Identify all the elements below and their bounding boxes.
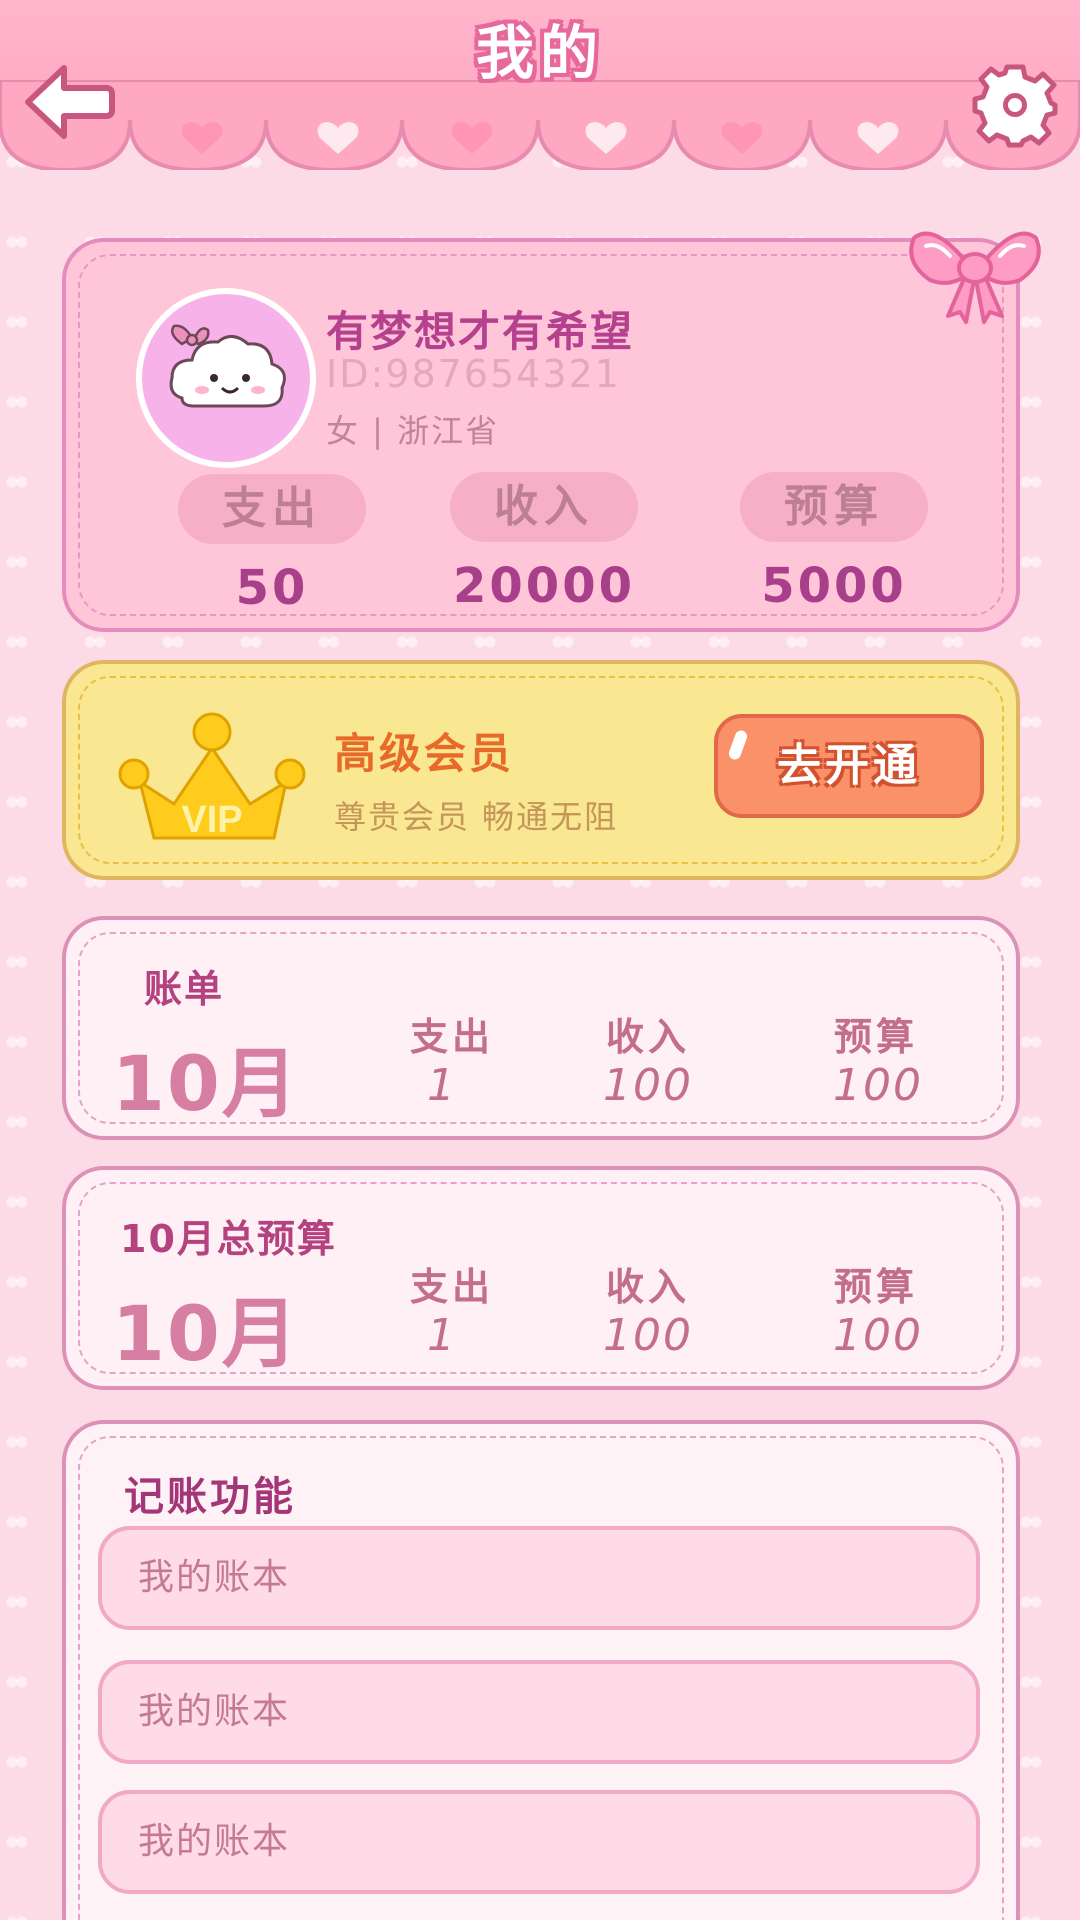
bill-budget-value: 100	[833, 1060, 923, 1111]
vip-subtitle: 尊贵会员 畅通无阻	[334, 798, 619, 836]
budget-income-value: 100	[603, 1310, 693, 1361]
back-button[interactable]	[20, 60, 116, 144]
features-title: 记账功能	[124, 1474, 296, 1520]
bill-month: 10月	[112, 1039, 300, 1128]
budget-card[interactable]: 10月总预算 10月 支出 收入 预算 1 100 100	[62, 1166, 1020, 1390]
stat-value-budget: 5000	[761, 558, 907, 614]
stat-label-expense: 支出	[178, 474, 366, 544]
back-arrow-icon	[25, 65, 115, 139]
budget-income-header: 收入	[605, 1265, 690, 1309]
stat-value-income: 20000	[453, 558, 635, 614]
settings-button[interactable]	[972, 62, 1058, 148]
ribbon-bow-icon	[909, 231, 1041, 324]
bill-income-header: 收入	[605, 1015, 690, 1059]
vip-badge-text: VIP	[181, 799, 242, 841]
vip-crown-icon: VIP	[118, 712, 306, 841]
bill-expense-value: 1	[427, 1060, 457, 1111]
gear-icon	[972, 64, 1058, 148]
vip-card: VIP 高级会员 尊贵会员 畅通无阻 去开通	[62, 660, 1020, 880]
page-title: 我的	[475, 19, 604, 87]
cloud-avatar-icon	[169, 324, 286, 408]
avatar[interactable]	[136, 288, 316, 468]
budget-expense-header: 支出	[409, 1265, 494, 1309]
profile-card: 有梦想才有希望 ID:987654321 女 | 浙江省 支出 收入 预算 50…	[62, 231, 1041, 632]
budget-card-label: 10月总预算	[120, 1217, 337, 1261]
feature-item-my-ledger[interactable]: 我的账本	[98, 1526, 980, 1630]
bill-budget-header: 预算	[833, 1015, 918, 1059]
features-card: 记账功能 我的账本 我的账本 我的账本	[62, 1420, 1020, 1920]
budget-month: 10月	[112, 1289, 300, 1378]
gender-region: 女 | 浙江省	[326, 412, 500, 450]
scallop-border	[0, 80, 1080, 170]
budget-budget-value: 100	[833, 1310, 923, 1361]
username: 有梦想才有希望	[326, 307, 635, 356]
stat-value-expense: 50	[235, 560, 309, 616]
bill-card[interactable]: 账单 10月 支出 收入 预算 1 100 100	[62, 916, 1020, 1140]
bill-expense-header: 支出	[409, 1015, 494, 1059]
feature-item-my-ledger[interactable]: 我的账本	[98, 1660, 980, 1764]
bill-card-label: 账单	[144, 967, 225, 1011]
budget-expense-value: 1	[427, 1310, 457, 1361]
feature-item-my-ledger[interactable]: 我的账本	[98, 1790, 980, 1894]
budget-budget-header: 预算	[833, 1265, 918, 1309]
stat-label-budget: 预算	[740, 472, 928, 542]
stat-label-income: 收入	[450, 472, 638, 542]
vip-title: 高级会员	[334, 729, 515, 778]
user-id: ID:987654321	[326, 352, 621, 396]
bill-income-value: 100	[603, 1060, 693, 1111]
vip-activate-button[interactable]: 去开通	[714, 714, 984, 818]
